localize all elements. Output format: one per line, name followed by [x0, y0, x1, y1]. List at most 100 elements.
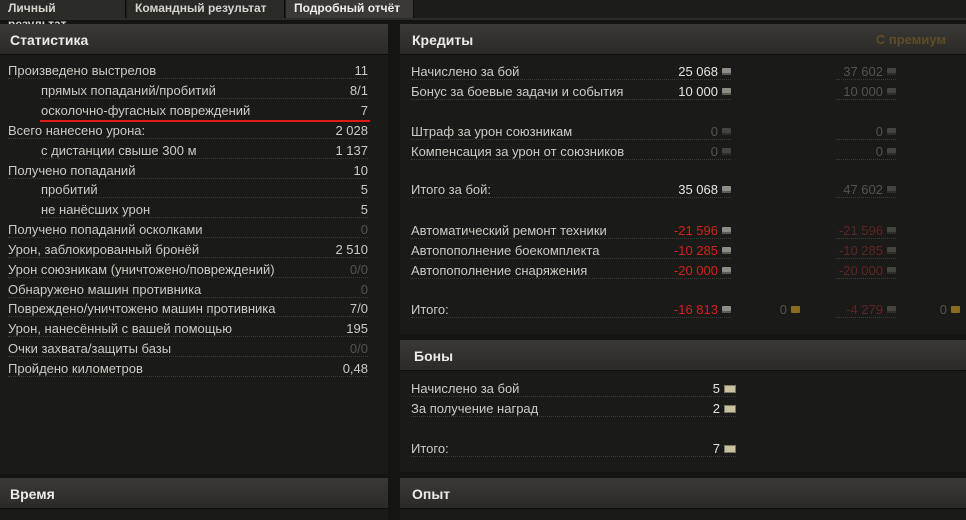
- stat-label: прямых попаданий/пробитий: [41, 83, 216, 98]
- credit-premium-compensation: 0: [836, 142, 896, 162]
- stat-label: Урон, заблокированный бронёй: [8, 242, 200, 257]
- credits-icon: [722, 227, 731, 234]
- stat-value: 11: [354, 63, 369, 78]
- stat-value: 7/0: [349, 301, 368, 316]
- credit-value: -21 596: [673, 223, 718, 238]
- credit-premium-value: 37 602: [843, 64, 883, 79]
- stat-row-total-damage: Всего нанесено урона: 2 028: [8, 121, 368, 141]
- credits-icon: [722, 68, 731, 75]
- gold-icon: [791, 306, 800, 313]
- credits-icon: [887, 88, 896, 95]
- stat-label: осколочно-фугасных повреждений: [41, 103, 251, 118]
- time-title: Время: [10, 486, 55, 502]
- tab-bar: Личный результат Командный результат Под…: [0, 0, 966, 31]
- credits-icon: [722, 186, 731, 193]
- stat-row-assist-damage: Урон, нанесённый с вашей помощью 195: [8, 319, 368, 339]
- tab-divider: [0, 18, 966, 20]
- bond-label: Начислено за бой: [411, 381, 520, 396]
- statistics-title: Статистика: [10, 32, 89, 48]
- credits-icon: [722, 267, 731, 274]
- premium-column-label: С премиум: [875, 32, 946, 47]
- stat-label: Повреждено/уничтожено машин противника: [8, 301, 276, 316]
- bond-row-total: Итого: 7: [411, 439, 736, 459]
- credit-premium-ammo: -10 285: [836, 241, 896, 261]
- credit-premium-value: -10 285: [838, 243, 883, 258]
- credit-premium-value: 0: [875, 144, 883, 159]
- tab-detailed-report[interactable]: Подробный отчёт: [286, 0, 414, 18]
- credits-icon: [722, 247, 731, 254]
- credit-gold-total: 0: [760, 300, 800, 320]
- credit-premium-equipment: -20 000: [836, 261, 896, 281]
- stat-value: 1 137: [335, 143, 368, 158]
- experience-header: Опыт: [400, 478, 966, 509]
- credit-value: -10 285: [673, 243, 718, 258]
- credit-premium-bonus: 10 000: [836, 82, 896, 102]
- credit-row-ammo: Автопополнение боекомплекта -10 285: [411, 241, 731, 261]
- bond-value: 2: [712, 401, 720, 416]
- credit-value: -20 000: [673, 263, 718, 278]
- credits-header: Кредиты С премиум: [400, 24, 966, 55]
- credit-label: Компенсация за урон от союзников: [411, 144, 625, 159]
- credit-label: Автопополнение боекомплекта: [411, 243, 600, 258]
- bond-label: За получение наград: [411, 401, 539, 416]
- credits-icon: [887, 306, 896, 313]
- credit-label: Бонус за боевые задачи и события: [411, 84, 624, 99]
- stat-row-penetrations: пробитий 5: [8, 180, 368, 200]
- stat-label: Всего нанесено урона:: [8, 123, 146, 138]
- credits-icon: [887, 68, 896, 75]
- stat-value: 0/0: [349, 341, 368, 356]
- stat-label: с дистанции свыше 300 м: [41, 143, 197, 158]
- stat-row-he-damage: осколочно-фугасных повреждений 7: [8, 101, 368, 121]
- credits-icon: [722, 128, 731, 135]
- stat-label: Произведено выстрелов: [8, 63, 157, 78]
- credits-icon: [887, 186, 896, 193]
- credit-row-earned: Начислено за бой 25 068: [411, 62, 731, 82]
- credits-icon: [887, 267, 896, 274]
- gold-icon: [951, 306, 960, 313]
- stat-value: 5: [360, 182, 368, 197]
- statistics-header: Статистика: [0, 24, 388, 55]
- credit-row-equipment: Автопополнение снаряжения -20 000: [411, 261, 731, 281]
- credit-value: 10 000: [678, 84, 718, 99]
- bonds-icon: [724, 405, 736, 413]
- stat-value: 0: [360, 222, 368, 237]
- credit-premium-repair: -21 596: [836, 221, 896, 241]
- stat-label: Урон, нанесённый с вашей помощью: [8, 321, 232, 336]
- credits-icon: [887, 227, 896, 234]
- bond-row-awards: За получение наград 2: [411, 399, 736, 419]
- credit-premium-value: -4 279: [846, 302, 883, 317]
- experience-panel: Опыт: [400, 478, 966, 520]
- stat-value: 2 510: [335, 242, 368, 257]
- stat-row-spotted: Обнаружено машин противника 0: [8, 280, 368, 300]
- credit-value: 0: [710, 144, 718, 159]
- credit-premium-earned: 37 602: [836, 62, 896, 82]
- credit-label: Штраф за урон союзникам: [411, 124, 573, 139]
- credits-icon: [722, 306, 731, 313]
- time-header: Время: [0, 478, 388, 509]
- credit-row-total: Итого: -16 813: [411, 300, 731, 320]
- time-panel: Время: [0, 478, 388, 520]
- credit-gold-value: 0: [779, 302, 787, 317]
- credits-title: Кредиты: [412, 32, 474, 48]
- credit-label: Итого:: [411, 302, 449, 317]
- credit-premium-gold-value: 0: [939, 302, 947, 317]
- credits-icon: [887, 247, 896, 254]
- stat-label: Получено попаданий осколками: [8, 222, 203, 237]
- stat-value: 0: [360, 282, 368, 297]
- stat-row-long-range: с дистанции свыше 300 м 1 137: [8, 141, 368, 161]
- stat-value: 0,48: [342, 361, 368, 376]
- bonds-title: Боны: [414, 348, 454, 364]
- credit-value: -16 813: [673, 302, 718, 317]
- bond-value: 5: [712, 381, 720, 396]
- stat-row-hits-received: Получено попаданий 10: [8, 161, 368, 181]
- credit-premium-value: -21 596: [838, 223, 883, 238]
- stat-row-direct-hits: прямых попаданий/пробитий 8/1: [8, 81, 368, 101]
- tab-team-result[interactable]: Командный результат: [127, 0, 285, 18]
- credit-premium-value: -20 000: [838, 263, 883, 278]
- credit-premium-value: 47 602: [843, 182, 883, 197]
- stat-value: 8/1: [349, 83, 368, 98]
- credit-row-compensation: Компенсация за урон от союзников 0: [411, 142, 731, 162]
- stat-label: Очки захвата/защиты базы: [8, 341, 172, 356]
- credit-premium-team-penalty: 0: [836, 122, 896, 142]
- tab-personal-result[interactable]: Личный результат: [0, 0, 126, 31]
